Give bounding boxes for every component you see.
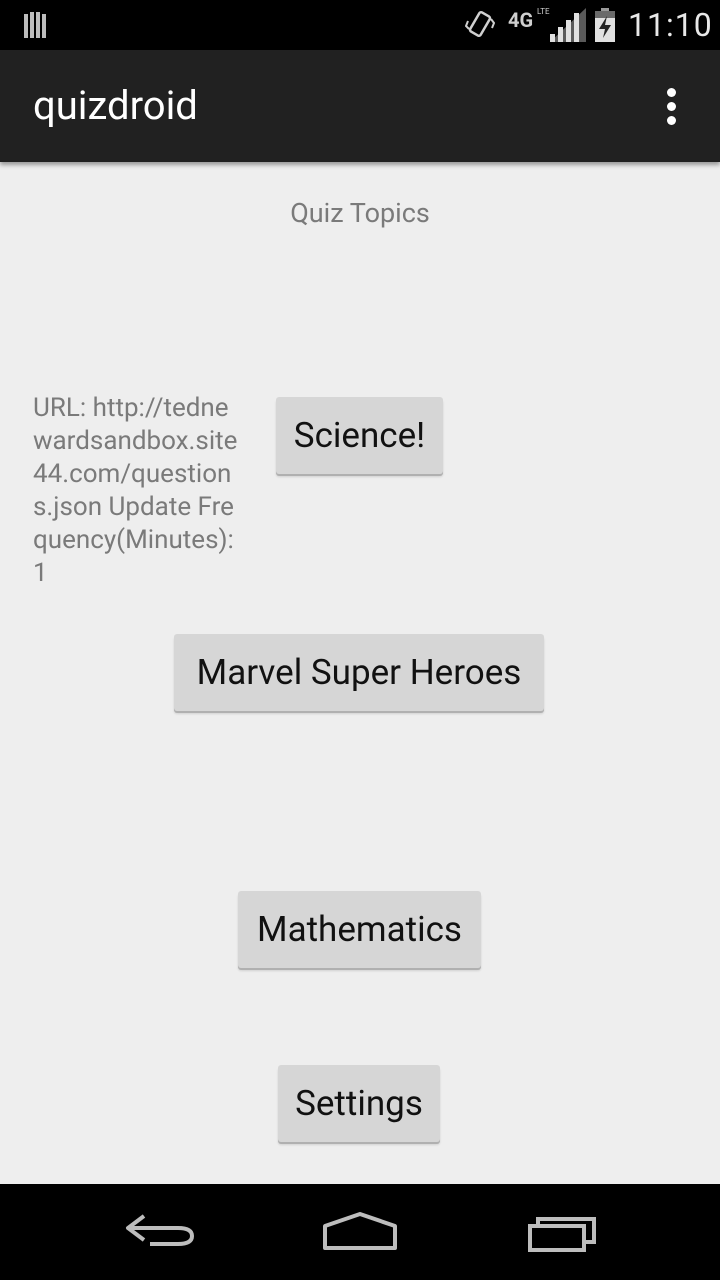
action-bar: quizdroid [0, 50, 720, 162]
battery-charging-icon [595, 8, 615, 42]
marvel-super-heroes-button[interactable]: Marvel Super Heroes [174, 634, 544, 711]
clock-time: 11:10 [628, 6, 713, 44]
home-icon[interactable] [318, 1206, 402, 1256]
signal-icon [550, 8, 586, 42]
overflow-menu-icon[interactable] [652, 82, 692, 130]
settings-button[interactable]: Settings [278, 1065, 440, 1142]
science-button[interactable]: Science! [276, 397, 443, 474]
network-type-label: 4G [508, 8, 534, 32]
app-title: quizdroid [33, 82, 198, 129]
status-bar: 4G LTE 11:10 [0, 0, 720, 50]
recents-icon[interactable] [522, 1206, 602, 1256]
notification-icon [24, 12, 46, 38]
quiz-topics-heading: Quiz Topics [290, 197, 430, 229]
mathematics-button[interactable]: Mathematics [238, 891, 481, 968]
vibrate-icon [465, 10, 495, 38]
url-info-text: URL: http://tednewardsandbox.site44.com/… [33, 393, 238, 588]
app-screen: 4G LTE 11:10 quizdroid Quiz Topics URL: … [0, 0, 720, 1280]
navigation-bar [0, 1184, 720, 1280]
back-icon[interactable] [120, 1206, 200, 1256]
